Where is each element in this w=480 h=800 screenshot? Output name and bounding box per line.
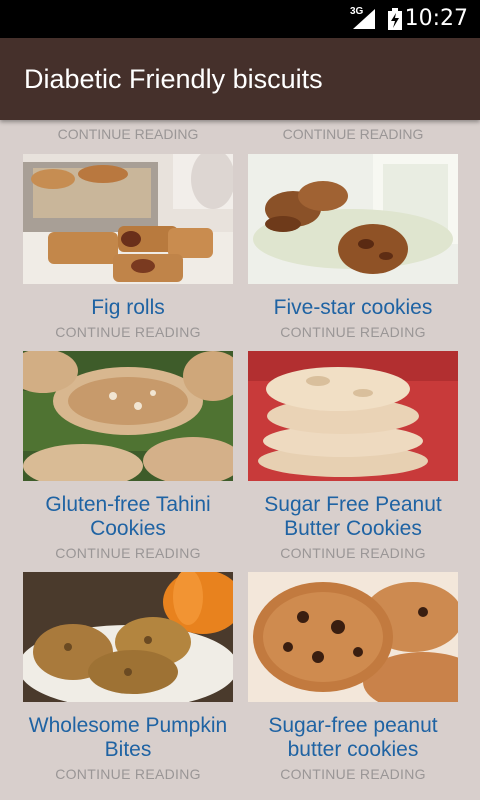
recipe-card[interactable]: Wholesome Pumpkin Bites CONTINUE READING <box>23 572 233 787</box>
continue-reading-link[interactable]: CONTINUE READING <box>23 126 233 142</box>
recipe-card[interactable]: Five-star cookies CONTINUE READING <box>248 154 458 344</box>
recipe-grid[interactable]: CONTINUE READING CONTINUE READING Fig ro… <box>0 120 480 800</box>
recipe-card[interactable]: Fig rolls CONTINUE READING <box>23 154 233 344</box>
five-star-cookies-photo[interactable] <box>248 154 458 284</box>
continue-reading-link[interactable]: CONTINUE READING <box>23 766 233 782</box>
recipe-title[interactable]: Fig rolls <box>17 296 239 320</box>
recipe-card[interactable]: Gluten-free Tahini Cookies CONTINUE READ… <box>23 351 233 566</box>
recipe-title[interactable]: Sugar-free peanut butter cookies <box>242 714 464 762</box>
continue-reading-link[interactable]: CONTINUE READING <box>248 766 458 782</box>
recipe-card[interactable]: Sugar-free peanut butter cookies CONTINU… <box>248 572 458 787</box>
continue-reading-link[interactable]: CONTINUE READING <box>248 126 458 142</box>
recipe-title[interactable]: Sugar Free Peanut Butter Cookies <box>242 493 464 541</box>
page-title: Diabetic Friendly biscuits <box>24 64 323 94</box>
recipe-title[interactable]: Five-star cookies <box>242 296 464 320</box>
tahini-cookies-photo[interactable] <box>23 351 233 481</box>
app-bar: Diabetic Friendly biscuits <box>0 38 480 120</box>
recipe-title[interactable]: Wholesome Pumpkin Bites <box>17 714 239 762</box>
sugar-free-peanut-cookies-photo[interactable] <box>248 572 458 702</box>
continue-reading-link[interactable]: CONTINUE READING <box>248 324 458 340</box>
recipe-card[interactable]: Sugar Free Peanut Butter Cookies CONTINU… <box>248 351 458 566</box>
signal-strength-icon <box>353 9 375 29</box>
battery-charging-icon <box>388 8 402 30</box>
status-clock: 10:27 <box>404 6 468 31</box>
pumpkin-bites-photo[interactable] <box>23 572 233 702</box>
continue-reading-link[interactable]: CONTINUE READING <box>23 324 233 340</box>
recipe-title[interactable]: Gluten-free Tahini Cookies <box>17 493 239 541</box>
continue-reading-link[interactable]: CONTINUE READING <box>23 545 233 561</box>
continue-reading-link[interactable]: CONTINUE READING <box>248 545 458 561</box>
status-bar: 3G 10:27 <box>0 0 480 38</box>
fig-rolls-photo[interactable] <box>23 154 233 284</box>
peanut-butter-cookies-photo[interactable] <box>248 351 458 481</box>
